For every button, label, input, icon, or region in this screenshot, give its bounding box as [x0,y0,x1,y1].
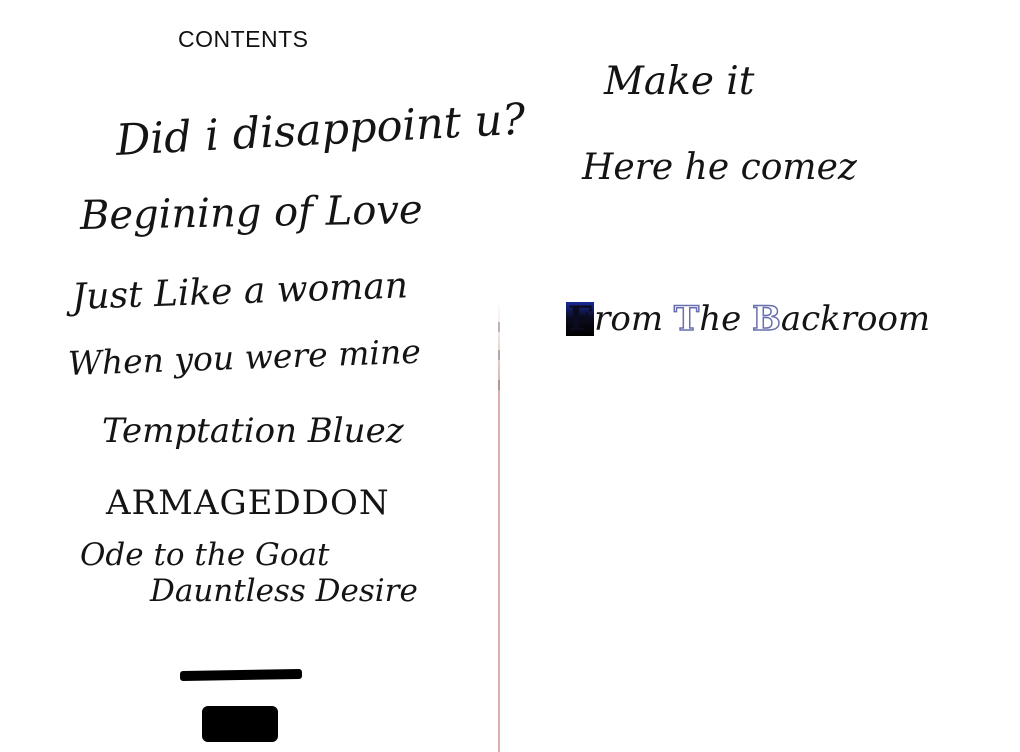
right-page [500,0,1020,752]
decorated-initial-b: B [751,299,781,339]
gutter-mark [498,322,500,332]
title-word-part: he [699,299,742,339]
redaction-block [202,706,278,742]
page-gutter [498,300,500,752]
contents-entry-7: Ode to the Goat [80,537,330,573]
title-word-part: rom [594,299,664,339]
styled-title: From The Backroom [566,299,931,339]
redaction-bar [179,668,303,682]
contents-entry-10: Here he comez [582,147,857,188]
gutter-mark [498,350,500,360]
contents-heading: CONTENTS [178,26,309,52]
contents-entry-5: Temptation Bluez [102,411,404,451]
title-word-part: ackroom [780,299,931,339]
contents-entry-8: Dauntless Desire [150,573,418,609]
gutter-mark [498,380,500,390]
contents-entry-2: Begining of Love [79,187,423,239]
decorated-initial-f: F [566,299,595,339]
contents-entry-9: Make it [604,59,755,104]
decorated-initial-t: T [673,299,700,339]
contents-entry-6: ARMAGEDDON [106,483,390,523]
